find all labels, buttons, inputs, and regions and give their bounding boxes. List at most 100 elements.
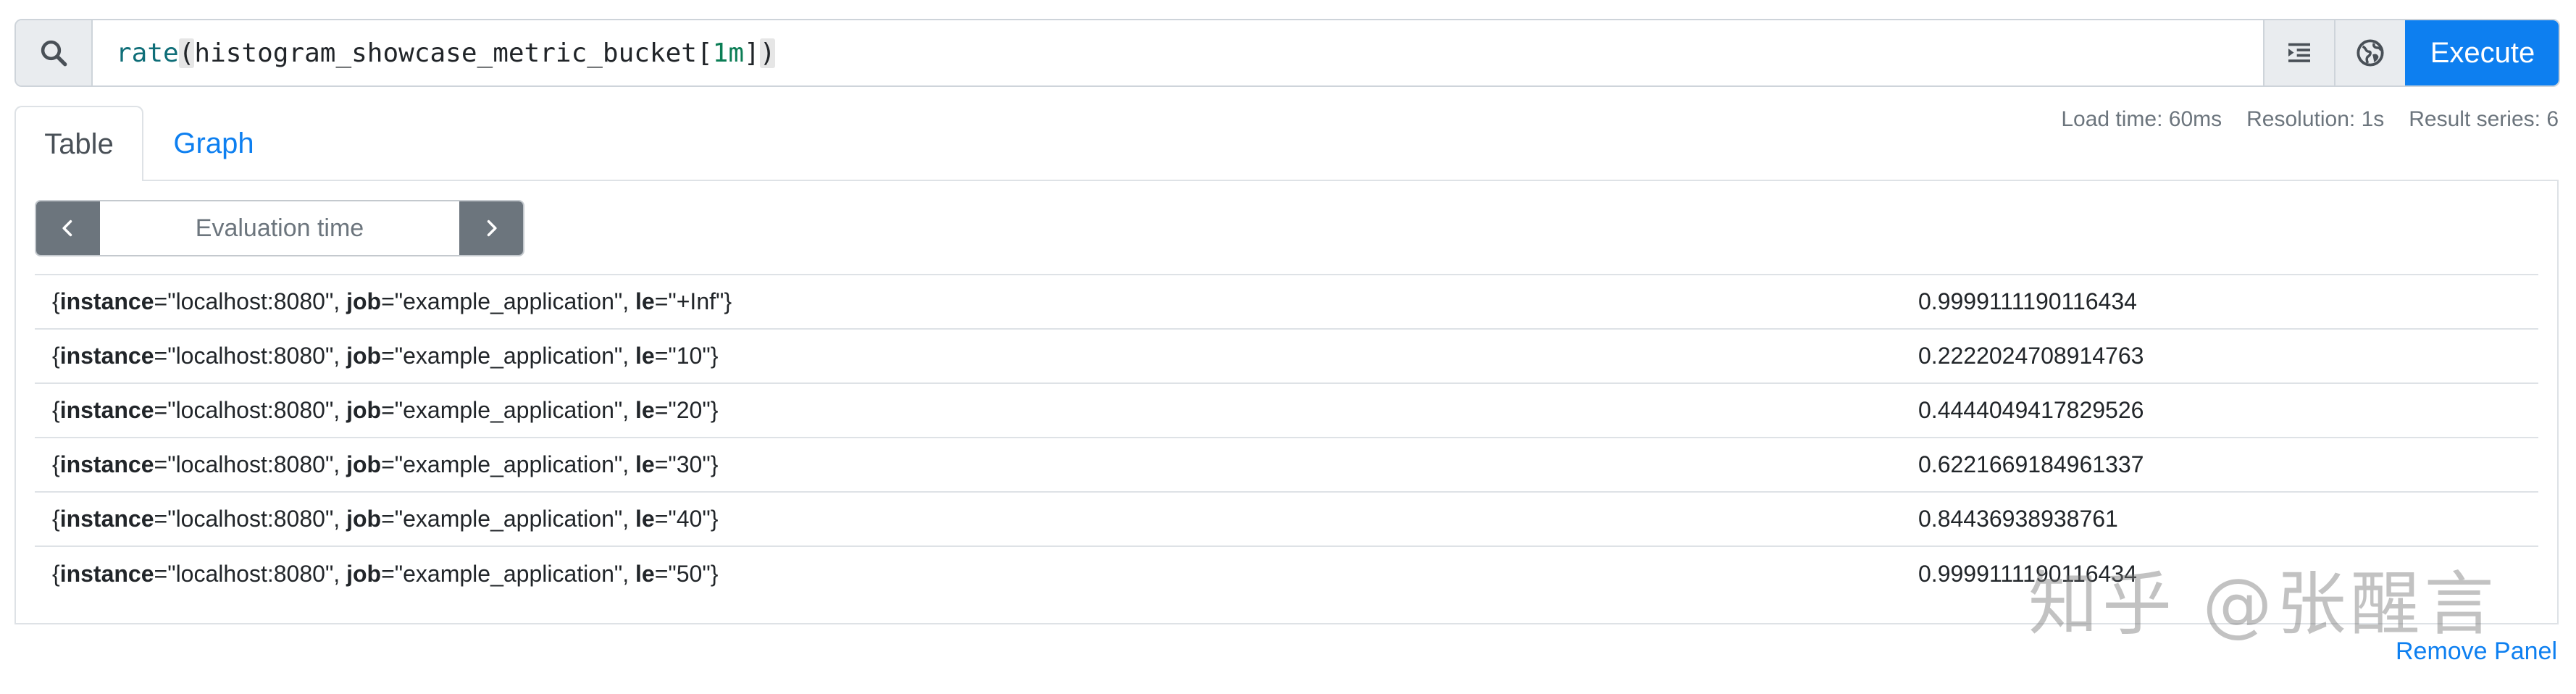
label-value-job: example_application: [403, 397, 614, 423]
punct: =": [654, 343, 677, 369]
table-row: {instance="localhost:8080", job="example…: [35, 328, 2538, 383]
label-value-le: 30: [676, 451, 703, 477]
series-value: 0.84436938938761: [1901, 491, 2538, 546]
series-labels: {instance="localhost:8080", job="example…: [35, 274, 1901, 329]
series-labels: {instance="localhost:8080", job="example…: [35, 545, 1901, 601]
brace-close: "}: [702, 397, 719, 423]
result-series: Result series: 6: [2409, 107, 2559, 131]
punct: =": [381, 288, 403, 314]
punct: =": [154, 343, 176, 369]
label-value-instance: localhost:8080: [175, 397, 325, 423]
punct: =": [381, 560, 403, 587]
results-table: {instance="localhost:8080", job="example…: [35, 274, 2538, 601]
format-indent-icon: [2288, 43, 2310, 62]
label-key-instance: instance: [59, 506, 154, 532]
punct: =": [381, 506, 403, 532]
label-value-job: example_application: [403, 343, 614, 369]
label-value-le: +Inf: [676, 288, 716, 314]
label-value-instance: localhost:8080: [175, 288, 325, 314]
series-value: 0.9999111190116434: [1901, 545, 2538, 601]
expression-token: 1m: [712, 38, 744, 68]
label-key-le: le: [635, 343, 655, 369]
brace-open: {: [52, 560, 60, 587]
resolution: Resolution: 1s: [2246, 107, 2385, 131]
punct: ",: [325, 451, 347, 477]
label-key-le: le: [635, 451, 655, 477]
chevron-right-icon: [487, 220, 497, 237]
table-row: {instance="localhost:8080", job="example…: [35, 382, 2538, 438]
label-value-instance: localhost:8080: [175, 506, 325, 532]
label-key-instance: instance: [59, 397, 154, 423]
punct: ",: [614, 397, 635, 423]
punct: ",: [325, 506, 347, 532]
next-time-button[interactable]: [459, 201, 523, 255]
label-key-instance: instance: [59, 288, 154, 314]
label-key-le: le: [635, 397, 655, 423]
punct: ",: [325, 343, 347, 369]
punct: ",: [614, 560, 635, 587]
label-value-instance: localhost:8080: [175, 343, 325, 369]
punct: ",: [614, 506, 635, 532]
expression-token: ): [759, 38, 776, 68]
punct: =": [654, 560, 677, 587]
brace-open: {: [52, 288, 60, 314]
table-row: {instance="localhost:8080", job="example…: [35, 437, 2538, 492]
label-value-job: example_application: [403, 560, 614, 587]
punct: ",: [614, 343, 635, 369]
label-value-le: 10: [676, 343, 703, 369]
punct: ",: [614, 288, 635, 314]
label-key-le: le: [635, 560, 655, 587]
query-stats: Load time: 60ms Resolution: 1s Result se…: [2061, 107, 2559, 132]
evaluation-time-control: Evaluation time: [35, 200, 524, 256]
expression-bar: rate(histogram_showcase_metric_bucket[1m…: [14, 19, 2560, 87]
punct: =": [381, 451, 403, 477]
format-expression-button[interactable]: [2263, 20, 2334, 85]
tab-table[interactable]: Table: [14, 106, 143, 181]
label-key-job: job: [346, 288, 382, 314]
label-value-le: 40: [676, 506, 703, 532]
expression-token: (: [178, 38, 195, 68]
punct: ",: [325, 560, 347, 587]
previous-time-button[interactable]: [36, 201, 100, 255]
series-labels: {instance="localhost:8080", job="example…: [35, 491, 1901, 546]
label-key-le: le: [635, 288, 655, 314]
punct: =": [154, 451, 176, 477]
brace-open: {: [52, 506, 60, 532]
label-key-job: job: [346, 506, 382, 532]
label-value-job: example_application: [403, 451, 614, 477]
label-value-instance: localhost:8080: [175, 451, 325, 477]
expression-token: rate: [116, 38, 179, 68]
table-row: {instance="localhost:8080", job="example…: [35, 491, 2538, 546]
punct: =": [654, 397, 677, 423]
punct: =": [654, 451, 677, 477]
punct: ",: [325, 288, 347, 314]
brace-open: {: [52, 451, 60, 477]
execute-button[interactable]: Execute: [2405, 20, 2559, 85]
punct: ",: [614, 451, 635, 477]
metrics-explorer-button[interactable]: [2334, 20, 2405, 85]
table-row: {instance="localhost:8080", job="example…: [35, 274, 2538, 329]
punct: =": [154, 506, 176, 532]
load-time: Load time: 60ms: [2061, 107, 2222, 131]
brace-open: {: [52, 397, 60, 423]
series-value: 0.6221669184961337: [1901, 437, 2538, 492]
label-value-job: example_application: [403, 288, 614, 314]
punct: =": [381, 397, 403, 423]
label-key-job: job: [346, 451, 382, 477]
evaluation-time-input[interactable]: Evaluation time: [100, 201, 459, 255]
punct: =": [381, 343, 403, 369]
punct: ",: [325, 397, 347, 423]
expression-input[interactable]: rate(histogram_showcase_metric_bucket[1m…: [93, 20, 2263, 85]
series-value: 0.4444049417829526: [1901, 382, 2538, 438]
expression-token: ]: [744, 38, 760, 68]
remove-panel-link[interactable]: Remove Panel: [2396, 637, 2557, 666]
brace-close: "}: [716, 288, 732, 314]
label-key-job: job: [346, 343, 382, 369]
tab-graph[interactable]: Graph: [143, 106, 284, 181]
table-panel: Evaluation time {instance="localhost:808…: [14, 180, 2559, 624]
brace-close: "}: [702, 343, 719, 369]
punct: =": [654, 506, 677, 532]
punct: =": [154, 560, 176, 587]
expression-token: histogram_showcase_metric_bucket[: [194, 38, 713, 68]
label-key-instance: instance: [59, 560, 154, 587]
